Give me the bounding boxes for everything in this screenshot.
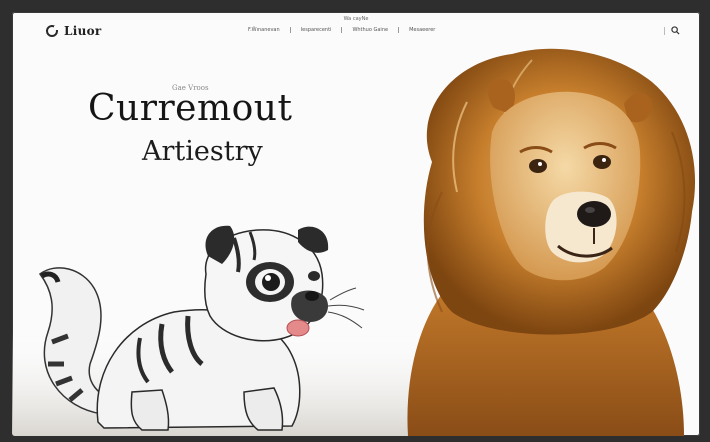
- hero-title-line1: Curremout: [88, 88, 293, 129]
- hero-artwork: [12, 48, 696, 436]
- nav-item-4[interactable]: Mesaeerer: [409, 27, 435, 33]
- brand-name: Liuor: [64, 24, 102, 38]
- brand[interactable]: Liuor: [46, 24, 102, 38]
- search-icon[interactable]: [671, 26, 680, 35]
- header-divider: [664, 26, 665, 35]
- header-actions: [664, 26, 680, 35]
- nav-item-1[interactable]: F.W̃ınanevan: [248, 27, 280, 33]
- nav-item-3[interactable]: Whthuo Gaine: [352, 27, 388, 33]
- screen-frame: Liuor Wa cayNe F.W̃ınanevan Iesparecenti…: [0, 0, 710, 442]
- nav-divider: [398, 27, 400, 33]
- nav-divider: [341, 27, 343, 33]
- site-header: Liuor Wa cayNe F.W̃ınanevan Iesparecenti…: [12, 12, 700, 52]
- nav-divider: [289, 27, 291, 33]
- lion-dog-illustration: [407, 48, 696, 436]
- web-page: Liuor Wa cayNe F.W̃ınanevan Iesparecenti…: [12, 12, 700, 436]
- brand-logo-icon: [46, 25, 58, 37]
- nav-item-2[interactable]: Iesparecenti: [301, 27, 332, 33]
- nav-top-label: Wa cayNe: [343, 16, 369, 22]
- hero-title-line2: Artiestry: [142, 136, 263, 167]
- main-nav: F.W̃ınanevan Iesparecenti Whthuo Gaine M…: [248, 27, 435, 33]
